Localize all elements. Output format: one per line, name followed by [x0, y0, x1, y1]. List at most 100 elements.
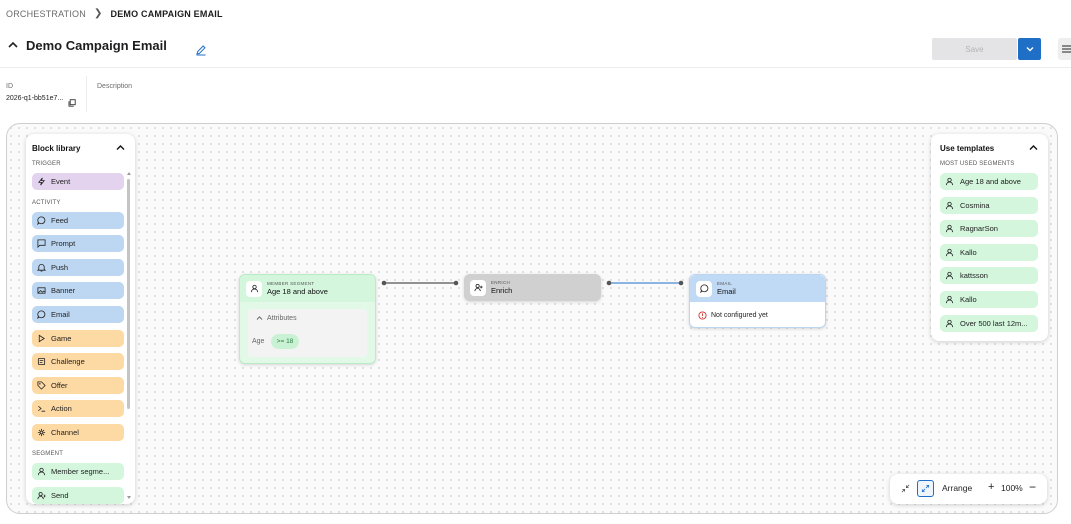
- block-banner[interactable]: Banner: [32, 282, 124, 299]
- template-label: RagnarSon: [960, 224, 998, 233]
- block-email[interactable]: Email: [32, 306, 124, 323]
- block-member-segment[interactable]: Member segme...: [32, 463, 124, 480]
- template-item[interactable]: Cosmina: [940, 197, 1038, 214]
- block-label: Game: [51, 334, 72, 343]
- template-item[interactable]: Kallo: [940, 244, 1038, 261]
- attributes-chevron-icon[interactable]: [256, 315, 263, 323]
- person-icon: [945, 201, 954, 210]
- node-name: Email: [717, 286, 736, 296]
- edit-pencil-icon[interactable]: [195, 43, 207, 56]
- trigger-section-label: TRIGGER: [32, 161, 61, 167]
- breadcrumb: ORCHESTRATION ❯ DEMO CAMPAIGN EMAIL: [6, 8, 223, 19]
- node-status: Not configured yet: [698, 311, 768, 320]
- zoom-out-button[interactable]: −: [1029, 480, 1036, 494]
- template-item[interactable]: Age 18 and above: [940, 173, 1038, 190]
- block-label: Challenge: [51, 357, 85, 366]
- block-library-title: Block library: [32, 144, 81, 153]
- description-label: Description: [97, 83, 133, 90]
- block-feed[interactable]: Feed: [32, 212, 124, 229]
- block-label: Event: [51, 177, 71, 186]
- node-header: EMAIL Email: [690, 275, 825, 302]
- tag-icon: [37, 381, 46, 390]
- block-label: Banner: [51, 286, 76, 295]
- flow-canvas[interactable]: Block library TRIGGER Event ACTIVITY Fee…: [6, 123, 1058, 514]
- scroll-down-icon[interactable]: [126, 495, 132, 500]
- collapse-chevron-icon[interactable]: [1029, 143, 1038, 153]
- save-options-dropdown-button[interactable]: [1018, 38, 1041, 60]
- breadcrumb-separator-icon: ❯: [93, 8, 103, 19]
- play-icon: [38, 334, 45, 343]
- templates-panel: Use templates MOST USED SEGMENTS Age 18 …: [931, 134, 1048, 341]
- block-label: Email: [51, 310, 70, 319]
- collapse-view-button[interactable]: [897, 480, 914, 497]
- block-offer[interactable]: Offer: [32, 377, 124, 394]
- block-send[interactable]: Send: [32, 487, 124, 504]
- send-icon: [37, 492, 46, 500]
- save-button[interactable]: Save: [932, 38, 1017, 60]
- page-title: Demo Campaign Email: [26, 38, 167, 53]
- warning-icon: [698, 311, 707, 320]
- templates-title: Use templates: [940, 144, 995, 153]
- block-push[interactable]: Push: [32, 259, 124, 276]
- templates-section-label: MOST USED SEGMENTS: [940, 161, 1015, 167]
- block-game[interactable]: Game: [32, 330, 124, 347]
- canvas-toolbar: Arrange + 100% −: [890, 474, 1047, 504]
- breadcrumb-root-link[interactable]: ORCHESTRATION: [6, 9, 86, 19]
- block-channel[interactable]: Channel: [32, 424, 124, 441]
- person-icon: [945, 319, 954, 328]
- expand-view-button[interactable]: [917, 480, 934, 497]
- attribute-key: Age: [252, 338, 265, 345]
- collapse-chevron-icon[interactable]: [116, 143, 125, 153]
- template-label: Cosmina: [960, 201, 990, 210]
- person-icon: [246, 280, 262, 297]
- node-email[interactable]: EMAIL Email Not configured yet: [689, 274, 826, 328]
- block-label: Feed: [51, 216, 69, 225]
- id-value: 2026-q1-bb51e7...: [6, 95, 64, 102]
- collapse-arrows-icon: [901, 484, 910, 493]
- person-icon: [945, 248, 954, 257]
- person-icon: [945, 295, 954, 304]
- template-item[interactable]: Over 500 last 12m...: [940, 315, 1038, 332]
- zoom-in-button[interactable]: +: [988, 481, 994, 493]
- template-label: Kallo: [960, 295, 977, 304]
- block-label: Member segme...: [51, 467, 110, 476]
- connector-lines: [381, 280, 684, 286]
- breadcrumb-current: DEMO CAMPAIGN EMAIL: [110, 8, 223, 19]
- block-label: Push: [51, 263, 69, 272]
- block-challenge[interactable]: Challenge: [32, 353, 124, 370]
- node-name: Enrich: [491, 285, 513, 295]
- collapse-chevron-icon[interactable]: [8, 40, 18, 52]
- meta-divider: [86, 76, 87, 112]
- copy-icon[interactable]: [68, 94, 76, 107]
- menu-button[interactable]: [1058, 38, 1071, 60]
- block-event[interactable]: Event: [32, 173, 124, 190]
- attributes-title: Attributes: [267, 315, 297, 322]
- hamburger-icon: [1061, 45, 1071, 53]
- lightning-icon: [37, 177, 46, 186]
- terminal-icon: [38, 405, 46, 412]
- chat-bubble-icon: [37, 216, 46, 225]
- block-library-scrollbar[interactable]: [127, 179, 130, 409]
- template-label: Kallo: [960, 248, 977, 257]
- attribute-value-chip: >= 18: [271, 334, 299, 349]
- zoom-level: 100%: [1001, 483, 1023, 493]
- node-enrich[interactable]: ENRICH Enrich: [464, 274, 601, 301]
- template-item[interactable]: RagnarSon: [940, 220, 1038, 237]
- activity-section-label: ACTIVITY: [32, 200, 61, 206]
- template-item[interactable]: kattsson: [940, 267, 1038, 284]
- arrange-button[interactable]: Arrange: [942, 483, 972, 493]
- channel-icon: [37, 428, 46, 437]
- scroll-up-icon[interactable]: [126, 171, 132, 176]
- node-status-text: Not configured yet: [711, 312, 768, 319]
- template-item[interactable]: Kallo: [940, 291, 1038, 308]
- block-prompt[interactable]: Prompt: [32, 235, 124, 252]
- person-icon: [37, 467, 46, 476]
- block-action[interactable]: Action: [32, 400, 124, 417]
- person-add-icon: [470, 279, 486, 296]
- block-label: Action: [51, 404, 72, 413]
- segment-section-label: SEGMENT: [32, 451, 64, 457]
- image-icon: [37, 287, 46, 294]
- node-name: Age 18 and above: [267, 286, 328, 296]
- node-member-segment[interactable]: MEMBER SEGMENT Age 18 and above Attribut…: [239, 274, 376, 364]
- chat-bubble-icon: [696, 280, 712, 297]
